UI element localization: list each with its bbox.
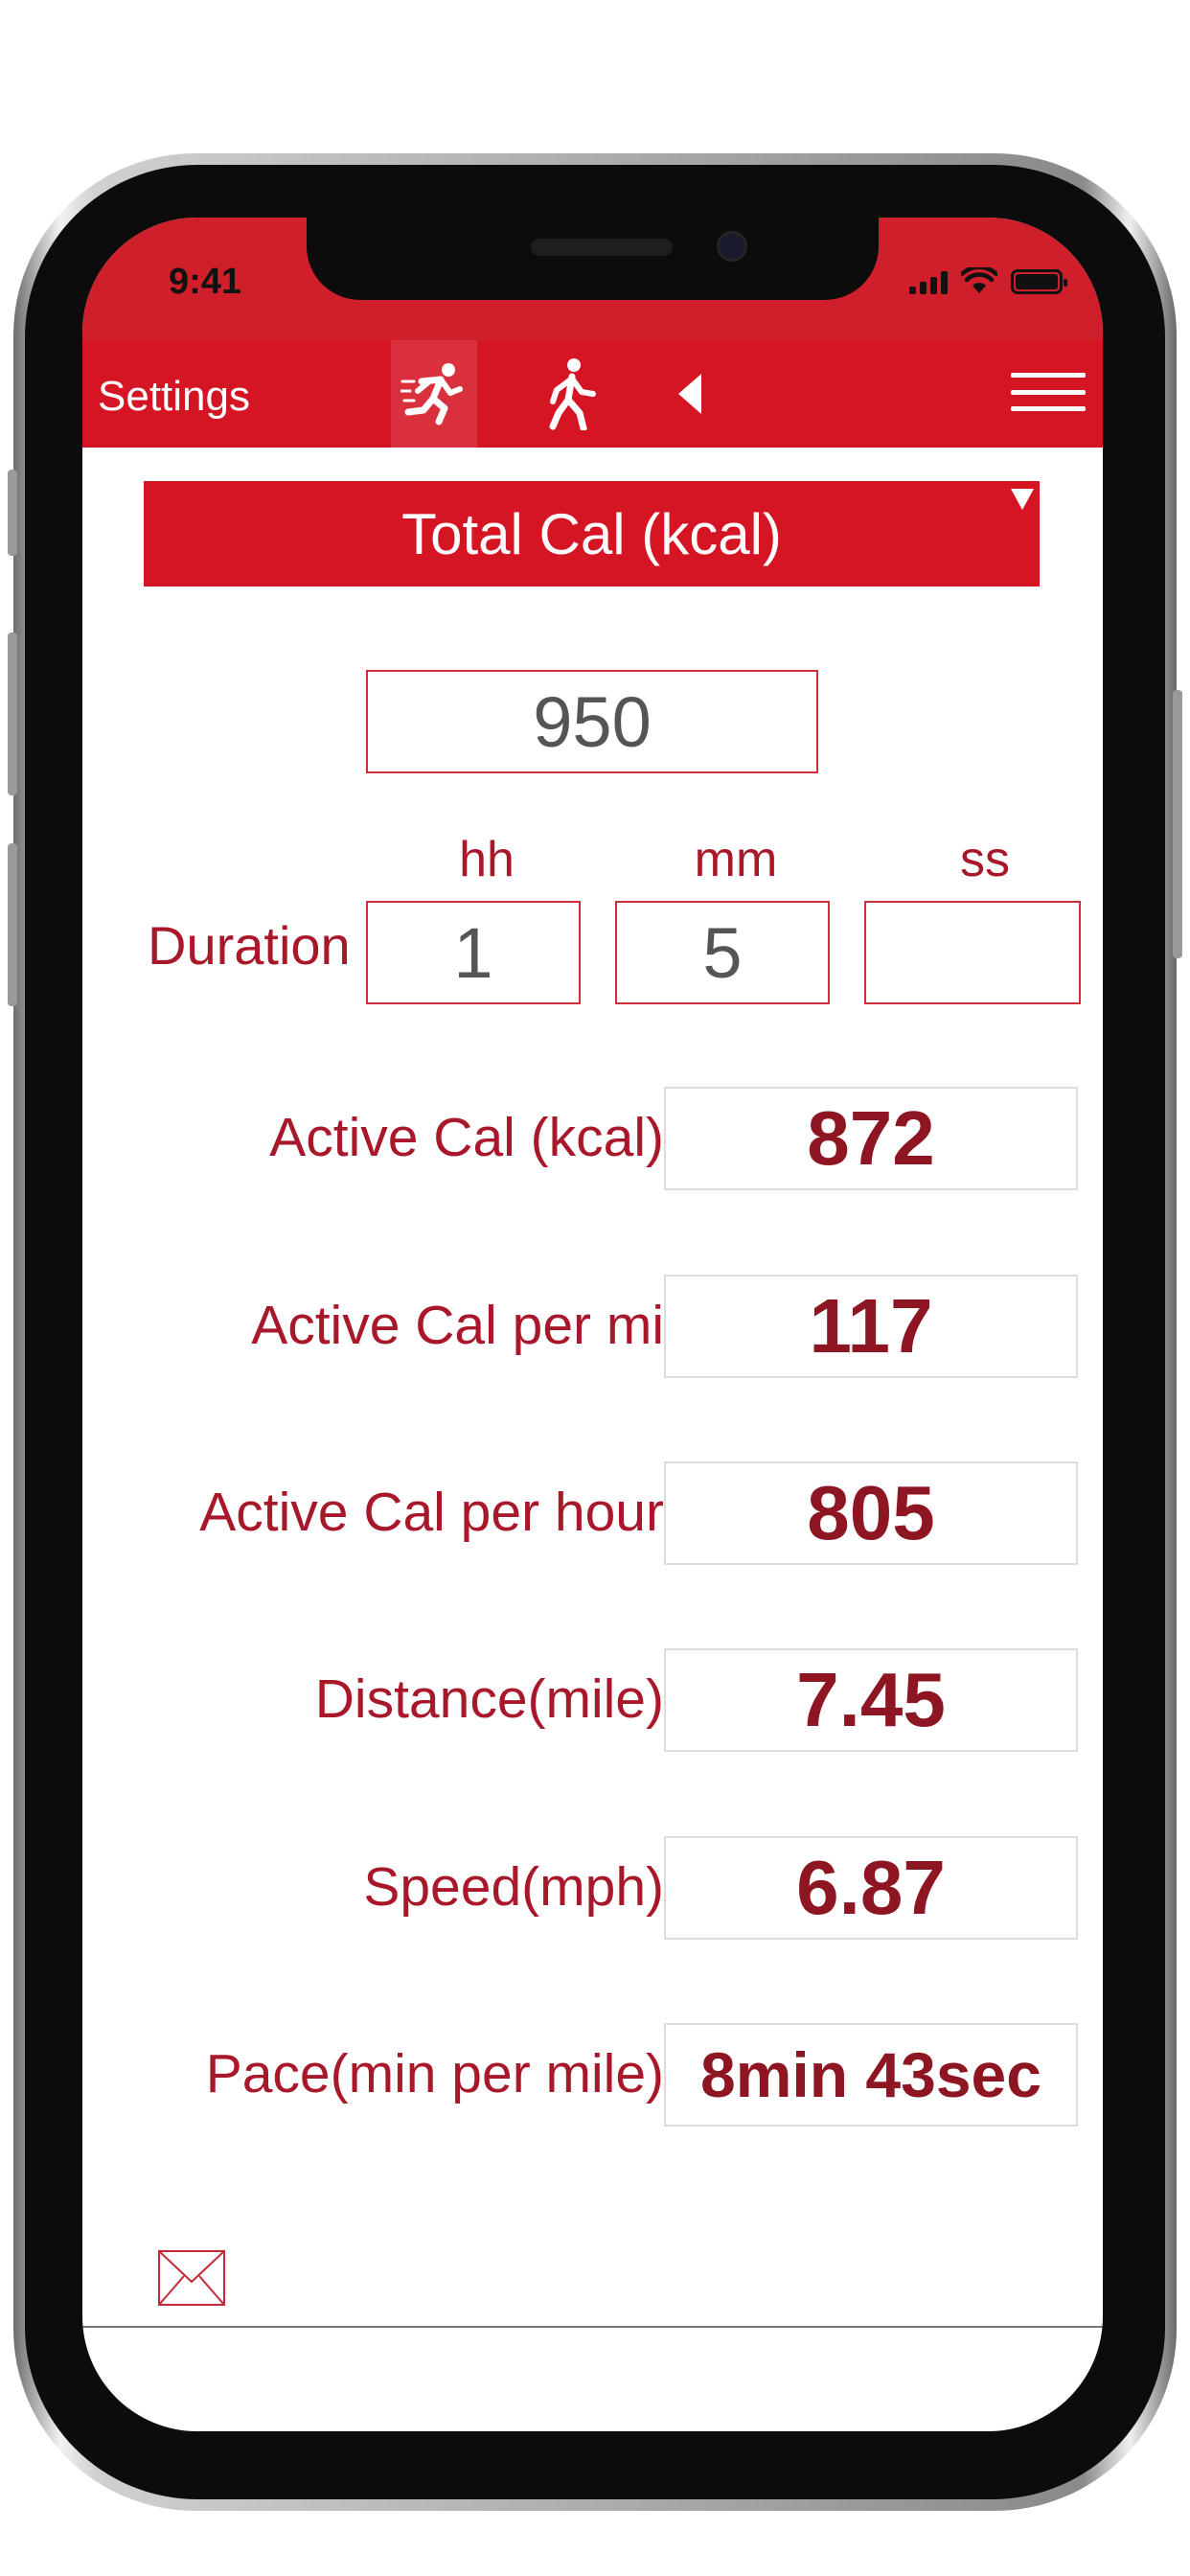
active-cal-per-mile-value: 117	[664, 1275, 1078, 1378]
seconds-column-label: ss	[960, 832, 1010, 887]
active-cal-label: Active Cal (kcal)	[269, 1107, 664, 1168]
active-cal-per-hour-value: 805	[664, 1461, 1078, 1565]
notch	[307, 218, 879, 300]
speaker-grille	[531, 239, 673, 256]
volume-up-button	[8, 632, 17, 795]
bottom-divider	[82, 2326, 1103, 2328]
battery-icon	[1011, 269, 1067, 294]
run-mode-button[interactable]	[391, 340, 477, 448]
triangle-left-icon	[678, 374, 701, 414]
mute-switch	[8, 470, 17, 556]
status-bar: 9:41	[82, 218, 1103, 340]
walk-mode-button[interactable]	[529, 340, 615, 448]
hamburger-menu-icon[interactable]	[1011, 373, 1086, 411]
cellular-signal-icon	[909, 271, 948, 294]
active-cal-per-mile-label: Active Cal per mi	[251, 1295, 664, 1356]
volume-down-button	[8, 843, 17, 1006]
minutes-input[interactable]: 5	[615, 901, 830, 1004]
distance-value: 7.45	[664, 1648, 1078, 1752]
total-calories-input[interactable]: 950	[366, 670, 818, 773]
minutes-column-label: mm	[694, 832, 778, 887]
pace-label: Pace(min per mile)	[205, 2043, 664, 2104]
dropdown-selected-value: Total Cal (kcal)	[401, 501, 782, 566]
walking-person-icon	[549, 358, 596, 430]
active-cal-per-hour-label: Active Cal per hour	[199, 1482, 664, 1543]
power-button	[1173, 690, 1182, 958]
speed-value: 6.87	[664, 1836, 1078, 1940]
distance-label: Distance(mile)	[314, 1668, 664, 1730]
running-person-icon	[400, 363, 463, 426]
back-button[interactable]	[648, 340, 734, 448]
seconds-input[interactable]	[864, 901, 1081, 1004]
hours-input[interactable]: 1	[366, 901, 581, 1004]
dropdown-arrow-icon	[1011, 489, 1034, 510]
envelope-icon[interactable]	[157, 2249, 226, 2307]
top-toolbar: Settings	[82, 340, 1103, 448]
settings-button[interactable]: Settings	[98, 373, 250, 421]
status-icons	[909, 267, 1067, 294]
calculation-type-dropdown[interactable]: Total Cal (kcal)	[144, 481, 1040, 586]
app-screen: 9:41 Settings Total Cal (kcal) 950 hh mm…	[82, 218, 1103, 2431]
front-camera	[717, 231, 747, 262]
hours-column-label: hh	[459, 832, 515, 887]
wifi-icon	[961, 267, 997, 293]
speed-label: Speed(mph)	[363, 1856, 664, 1918]
active-cal-value: 872	[664, 1087, 1078, 1190]
pace-value: 8min 43sec	[664, 2023, 1078, 2127]
status-time: 9:41	[169, 262, 242, 302]
duration-label: Duration	[148, 915, 351, 976]
